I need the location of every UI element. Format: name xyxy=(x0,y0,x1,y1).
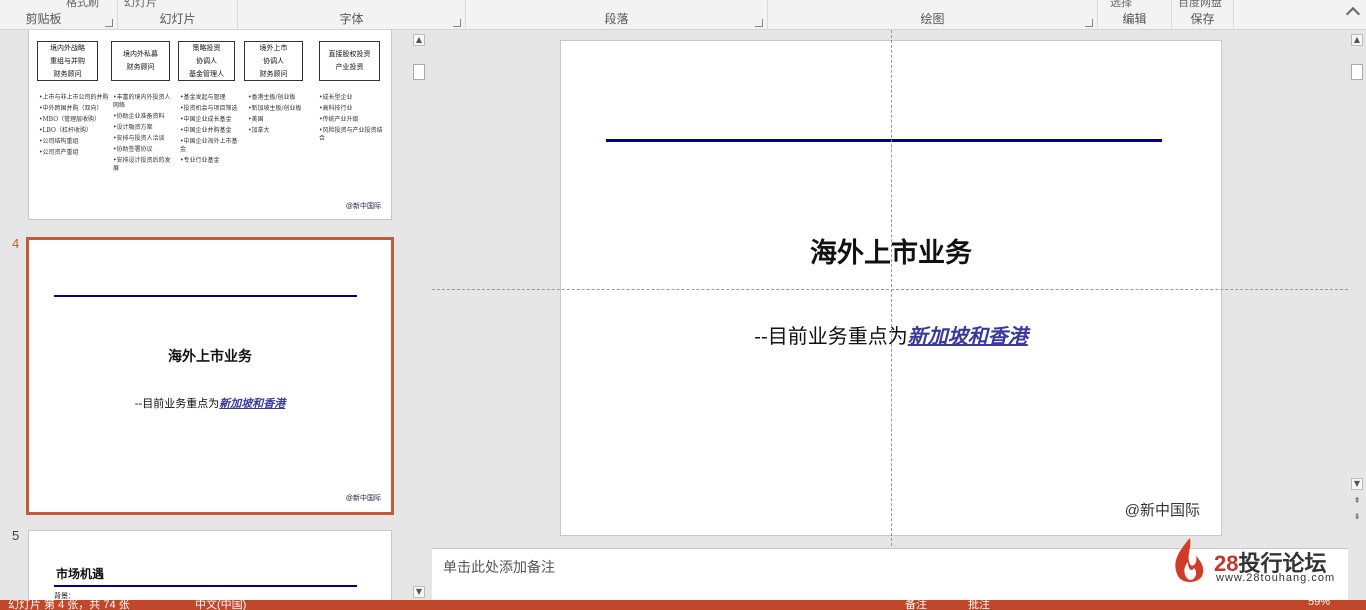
bullet-column: •丰富的境内外投资人网络 •协助企业准备资料 •设计融资方案 •安排与投资人洽谈… xyxy=(113,94,175,176)
dialog-launcher-icon[interactable] xyxy=(1085,19,1093,27)
bullet-column: •成长型企业 •高科技行业 •传统产业升级 •风险投资与产业投资结合 xyxy=(319,94,383,146)
collapse-ribbon-icon[interactable] xyxy=(1345,6,1361,22)
org-box: 境外上市 协调人 财务顾问 xyxy=(244,41,303,81)
slide-count-status: 幻灯片 第 4 张，共 74 张 xyxy=(8,600,130,610)
bullet-item: •MBO（管理层收购） xyxy=(39,116,101,123)
bullet-item: •高科技行业 xyxy=(319,105,353,112)
ribbon-group-paragraph: 段落 xyxy=(466,0,768,30)
title-rule xyxy=(54,295,357,297)
dialog-launcher-icon[interactable] xyxy=(755,19,763,27)
watermark-url: www.28touhang.com xyxy=(1216,572,1336,584)
org-box: 境内外战略 重组与并购 财务顾问 xyxy=(37,41,98,81)
org-box: 境内外私募 财务顾问 xyxy=(111,41,170,81)
scrollbar-thumb[interactable] xyxy=(413,64,425,80)
bullet-item: •安排与投资人洽谈 xyxy=(113,135,165,142)
previous-slide-icon[interactable]: ⇞ xyxy=(1351,496,1363,508)
bullet-item: •专业行业基金 xyxy=(180,157,220,164)
flame-logo-icon xyxy=(1175,538,1204,582)
format-painter-cut-label[interactable]: 格式刷 xyxy=(66,0,99,10)
scroll-up-icon[interactable]: ▲ xyxy=(1351,34,1363,46)
ribbon-group-slides: 幻灯片 幻灯片 xyxy=(118,0,238,30)
comments-toggle-button[interactable]: 批注 xyxy=(968,600,990,610)
bullet-item: •协助企业准备资料 xyxy=(113,113,165,120)
bullet-item: •中外跨国并购（双向） xyxy=(39,105,103,112)
slide-thumbnail-5[interactable]: 市场机遇 背景： xyxy=(28,530,392,600)
bullet-item: •传统产业升级 xyxy=(319,116,359,123)
ribbon-group-drawing: 绘图 xyxy=(768,0,1098,30)
slide-brand: @新中国际 xyxy=(345,495,381,502)
group-label: 保存 xyxy=(1190,12,1215,26)
bullet-item: •美国 xyxy=(248,116,264,123)
scroll-up-icon[interactable]: ▲ xyxy=(413,34,425,46)
slide-thumbnail-4[interactable]: 海外上市业务 --目前业务重点为新加坡和香港 @新中国际 xyxy=(26,237,394,515)
bullet-item: •公司资产重组 xyxy=(39,149,79,156)
ribbon: 格式刷 剪贴板 幻灯片 幻灯片 字体 段落 绘图 选择 编辑 百度网盘 保存 xyxy=(0,0,1366,30)
zoom-level[interactable]: 59% xyxy=(1308,600,1330,608)
bullet-item: •安排设计投资后的发展 xyxy=(113,157,171,172)
slide-thumbnail-3[interactable]: 境内外战略 重组与并购 财务顾问 境内外私募 财务顾问 策略投资 协调人 基金管… xyxy=(28,30,392,220)
ribbon-group-save: 百度网盘 保存 xyxy=(1172,0,1234,30)
thumb-title: 海外上市业务 xyxy=(168,349,252,365)
slide-number-5: 5 xyxy=(12,528,20,543)
bullet-item: •丰富的境内外投资人网络 xyxy=(113,94,171,109)
bullet-item: •设计融资方案 xyxy=(113,124,153,131)
ribbon-group-clipboard: 格式刷 剪贴板 xyxy=(0,0,118,30)
thumb-subtitle: --目前业务重点为新加坡和香港 xyxy=(134,397,286,410)
bullet-column: •香港主板/创业板 •新加坡主板/创业板 •美国 •加拿大 xyxy=(248,94,314,138)
slide-brand: @新中国际 xyxy=(345,203,381,210)
bullet-item: •LBO（杠杆收购） xyxy=(39,127,92,134)
org-box: 策略投资 协调人 基金管理人 xyxy=(178,41,235,81)
ribbon-group-font: 字体 xyxy=(238,0,466,30)
bullet-column: •基金发起与管理 •投资机会与项目筛选 •中国企业成长基金 •中国企业并购基金 … xyxy=(180,94,242,168)
horizontal-guide[interactable] xyxy=(432,289,1348,290)
bullet-item: •成长型企业 xyxy=(319,94,353,101)
slide-thumbnail-pane[interactable]: 境内外战略 重组与并购 财务顾问 境内外私募 财务顾问 策略投资 协调人 基金管… xyxy=(0,30,410,600)
scroll-down-icon[interactable]: ▼ xyxy=(413,586,425,598)
group-label: 字体 xyxy=(339,12,364,26)
notes-placeholder[interactable]: 单击此处添加备注 xyxy=(443,557,555,577)
group-label: 剪贴板 xyxy=(25,12,62,26)
bullet-item: •上市与非上市公司的并购 xyxy=(39,94,109,101)
select-cut-label[interactable]: 选择 xyxy=(1110,0,1132,10)
bullet-item: •协助签署协议 xyxy=(113,146,153,153)
group-label: 幻灯片 xyxy=(159,12,196,26)
notes-toggle-button[interactable]: 备注 xyxy=(905,600,927,610)
new-slide-cut-label[interactable]: 幻灯片 xyxy=(124,0,157,10)
vertical-guide[interactable] xyxy=(891,30,892,546)
title-rule xyxy=(54,585,357,587)
bullet-item: •加拿大 xyxy=(248,127,270,134)
baidu-netdisk-cut-label[interactable]: 百度网盘 xyxy=(1178,0,1222,10)
bullet-item: •投资机会与项目筛选 xyxy=(180,105,238,112)
bullet-item: •中国企业并购基金 xyxy=(180,127,232,134)
group-label: 编辑 xyxy=(1122,12,1147,26)
thumb-body: 背景： xyxy=(54,592,75,600)
bullet-item: •香港主板/创业板 xyxy=(248,94,296,101)
bullet-item: •中国企业成长基金 xyxy=(180,116,232,123)
scrollbar-thumb[interactable] xyxy=(1351,64,1363,80)
site-watermark: 28投行论坛 www.28touhang.com xyxy=(1170,536,1360,586)
next-slide-icon[interactable]: ⇟ xyxy=(1351,512,1363,524)
org-box: 直接股权投资 产业投资 xyxy=(319,41,380,81)
editor-scrollbar[interactable]: ▲ ▼ ⇞ ⇟ xyxy=(1348,30,1366,600)
bullet-item: •新加坡主板/创业板 xyxy=(248,105,302,112)
thumb-title: 市场机遇 xyxy=(56,567,105,581)
ribbon-group-editing: 选择 编辑 xyxy=(1098,0,1172,30)
bullet-item: •中国企业海外上市基金 xyxy=(180,138,238,153)
dialog-launcher-icon[interactable] xyxy=(105,19,113,27)
bullet-column: •上市与非上市公司的并购 •中外跨国并购（双向） •MBO（管理层收购） •LB… xyxy=(39,94,109,160)
thumbnail-scrollbar[interactable]: ▲ ▼ xyxy=(410,30,428,600)
title-rule xyxy=(606,139,1162,142)
slide-number-4: 4 xyxy=(12,236,20,251)
group-label: 绘图 xyxy=(920,12,945,26)
group-label: 段落 xyxy=(604,12,629,26)
bullet-item: •风险投资与产业投资结合 xyxy=(319,127,383,142)
slide-brand: @新中国际 xyxy=(1124,502,1200,519)
dialog-launcher-icon[interactable] xyxy=(453,19,461,27)
scroll-down-icon[interactable]: ▼ xyxy=(1351,478,1363,490)
status-bar: 幻灯片 第 4 张，共 74 张 中文(中国) 备注 批注 59% xyxy=(0,600,1366,610)
language-status[interactable]: 中文(中国) xyxy=(195,600,246,610)
bullet-item: •基金发起与管理 xyxy=(180,94,226,101)
bullet-item: •公司结构重组 xyxy=(39,138,79,145)
